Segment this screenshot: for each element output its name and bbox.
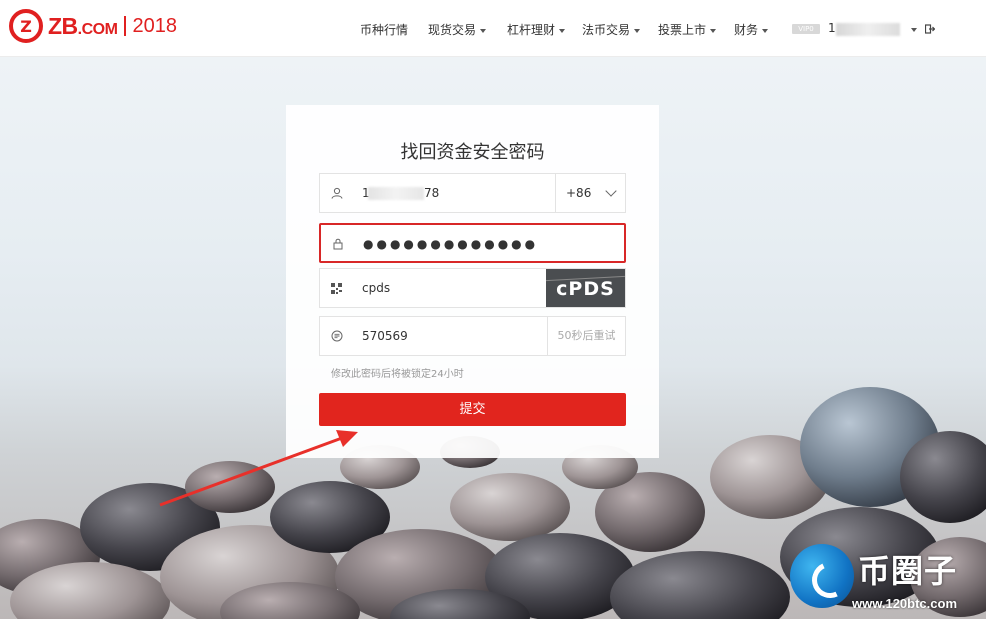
logout-icon[interactable]: [925, 24, 935, 34]
nav-item-label: 投票上市: [658, 23, 707, 37]
vip-badge: VIP0: [792, 24, 820, 34]
nav-item-vote-listing[interactable]: 投票上市: [658, 21, 717, 38]
username-redaction: [836, 23, 900, 36]
top-navbar: Z ZB.COM 2018 币种行情 现货交易 杠杆理财 法币交易 投票上市 财…: [0, 0, 986, 57]
watermark-logo-ring: [806, 556, 854, 604]
account-caret-down-icon[interactable]: [911, 28, 917, 32]
nav-item-finance[interactable]: 财务: [734, 21, 769, 38]
caret-down-icon: [710, 28, 717, 33]
nav-item-label: 杠杆理财: [507, 23, 556, 37]
caret-down-icon: [634, 28, 641, 33]
nav-item-label: 法币交易: [582, 23, 631, 37]
nav-item-margin-finance[interactable]: 杠杆理财: [507, 21, 566, 38]
nav-item-label: 币种行情: [360, 23, 409, 37]
caret-down-icon: [762, 28, 769, 33]
site-watermark: 币圈子 www.120btc.com: [786, 540, 986, 619]
caret-down-icon: [559, 28, 566, 33]
nav-item-label: 财务: [734, 23, 759, 37]
annotation-arrow-icon: [159, 430, 358, 507]
nav-item-otc-trading[interactable]: 法币交易: [582, 21, 641, 38]
nav-item-label: 现货交易: [428, 23, 477, 37]
watermark-logo-icon: [790, 544, 854, 608]
nav-item-spot-trading[interactable]: 现货交易: [428, 21, 487, 38]
watermark-title: 币圈子: [858, 552, 958, 590]
caret-down-icon: [480, 28, 487, 33]
watermark-url: www.120btc.com: [852, 596, 957, 611]
account-username[interactable]: 1: [828, 21, 836, 35]
nav-item-market[interactable]: 币种行情: [360, 21, 408, 38]
